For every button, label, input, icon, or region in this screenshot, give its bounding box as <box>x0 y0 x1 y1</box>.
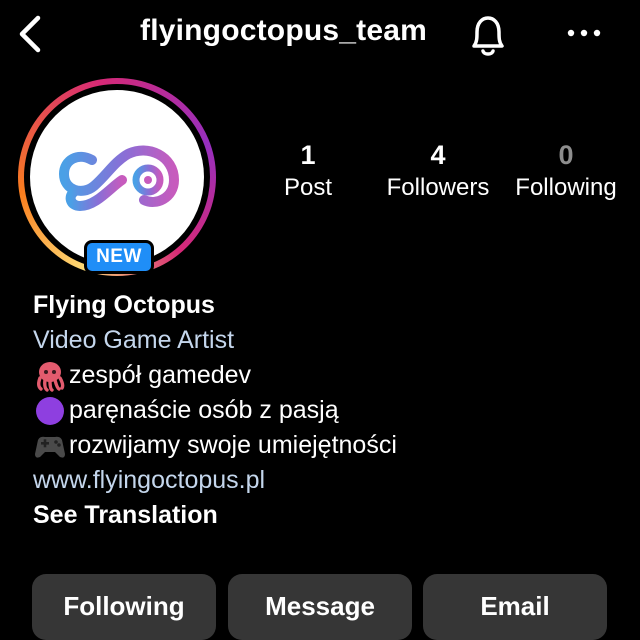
game-controller-emoji-icon <box>35 436 65 458</box>
profile-stats: 1 Post 4 Followers 0 Following <box>262 138 636 218</box>
following-button[interactable]: Following <box>32 574 216 640</box>
octopus-emoji-icon <box>37 361 65 392</box>
profile-screen: flyingoctopus_team NEW 1 Post 4 Follower… <box>0 0 640 640</box>
bio-line-text: zespół gamedev <box>69 361 252 389</box>
following-label: Following <box>515 174 617 201</box>
profile-actions: Following Message Email <box>32 574 610 640</box>
profile-avatar[interactable]: NEW <box>14 78 222 276</box>
chevron-left-icon <box>19 15 41 53</box>
see-translation-link[interactable]: See Translation <box>33 498 623 533</box>
more-options-button[interactable] <box>560 14 608 54</box>
message-button[interactable]: Message <box>228 574 412 640</box>
following-count: 0 <box>558 140 574 170</box>
back-button[interactable] <box>10 12 50 56</box>
followers-count: 4 <box>430 140 446 170</box>
profile-bio: Flying Octopus Video Game Artist zespół … <box>33 288 623 533</box>
top-bar: flyingoctopus_team <box>0 0 640 70</box>
posts-label: Post <box>283 174 333 201</box>
bio-line-text: rozwijamy swoje umiejętności <box>69 431 397 459</box>
display-name: Flying Octopus <box>33 291 215 319</box>
notifications-button[interactable] <box>462 10 514 60</box>
bio-line-text: paręnaście osób z pasją <box>69 396 339 424</box>
flying-octopus-logo-icon <box>58 145 180 212</box>
bio-line: rozwijamy swoje umiejętności <box>33 428 623 463</box>
posts-count: 1 <box>300 140 316 170</box>
new-badge: NEW <box>84 240 154 274</box>
profile-category: Video Game Artist <box>33 326 235 354</box>
profile-username: flyingoctopus_team <box>140 14 427 47</box>
bell-icon <box>472 16 504 56</box>
posts-stat[interactable]: 1 Post <box>248 138 368 204</box>
followers-label: Followers <box>386 174 490 201</box>
bio-line: zespół gamedev <box>33 358 623 393</box>
avatar-logo <box>30 90 204 264</box>
purple-circle-emoji-icon <box>36 396 64 425</box>
email-button[interactable]: Email <box>423 574 607 640</box>
more-horizontal-icon <box>567 29 601 37</box>
bio-line: paręnaście osób z pasją <box>33 393 623 428</box>
website-link[interactable]: www.flyingoctopus.pl <box>33 463 623 498</box>
followers-stat[interactable]: 4 Followers <box>378 138 498 204</box>
following-stat[interactable]: 0 Following <box>506 138 626 204</box>
